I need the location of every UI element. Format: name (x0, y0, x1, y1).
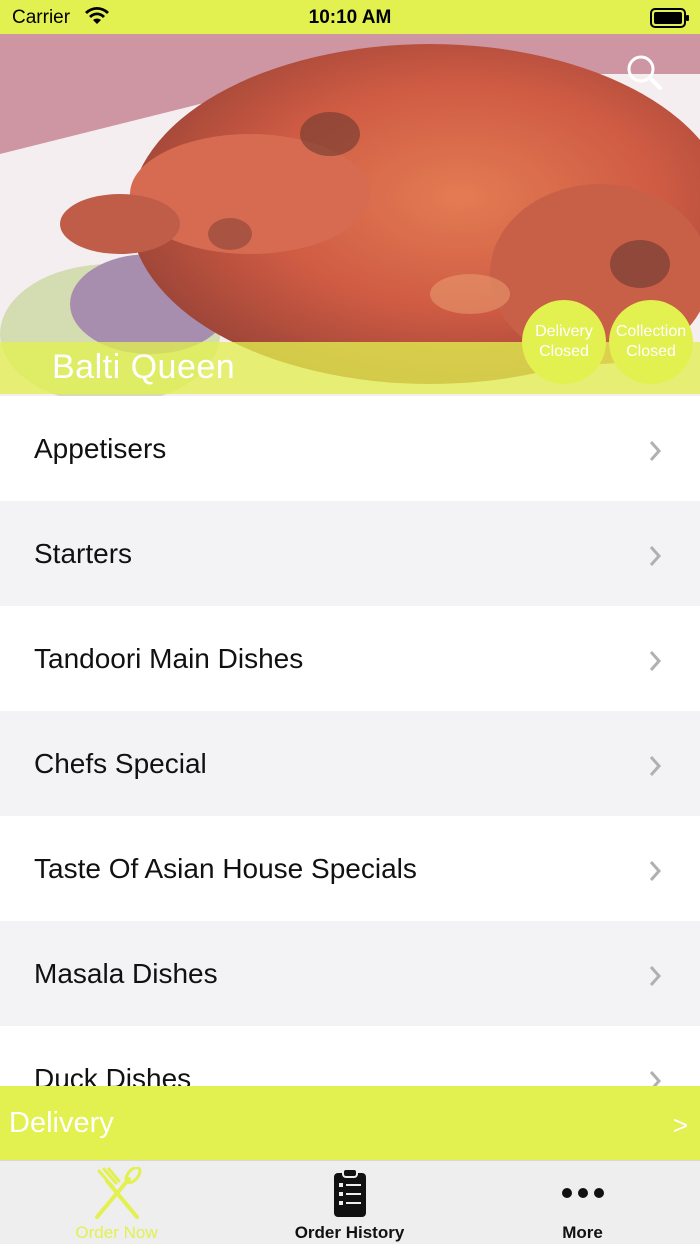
fork-knife-icon (89, 1165, 145, 1226)
menu-item-starters[interactable]: Starters (0, 501, 700, 606)
order-mode-arrow: > (672, 1110, 688, 1140)
status-bar: Carrier 10:10 AM (0, 0, 700, 34)
chevron-right-icon (648, 860, 662, 887)
tab-label: Order Now (75, 1223, 158, 1242)
tab-more[interactable]: More (466, 1161, 699, 1244)
tab-label: Order History (294, 1223, 405, 1242)
battery-icon (650, 8, 690, 33)
menu-item-label: Tandoori Main Dishes (34, 642, 304, 674)
collection-status-badge: Collection Closed (609, 300, 693, 384)
chevron-right-icon (648, 650, 662, 677)
order-mode-bar[interactable]: Delivery > (0, 1086, 700, 1160)
tab-label: More (562, 1223, 603, 1242)
clipboard-list-icon (332, 1167, 368, 1224)
collection-status-line1: Collection (615, 323, 687, 340)
menu-item-label: Appetisers (34, 432, 167, 464)
menu-item-label: Taste Of Asian House Specials (34, 852, 417, 884)
tab-bar: Order Now Order History More (0, 1160, 700, 1244)
menu-item-masala-dishes[interactable]: Masala Dishes (0, 921, 700, 1026)
menu-item-chefs-special[interactable]: Chefs Special (0, 711, 700, 816)
menu-item-house-specials[interactable]: Taste Of Asian House Specials (0, 816, 700, 921)
menu-item-label: Masala Dishes (34, 957, 218, 989)
delivery-status-badge: Delivery Closed (522, 300, 606, 384)
chevron-right-icon (648, 1070, 662, 1086)
tab-order-now[interactable]: Order Now (0, 1161, 233, 1244)
more-dots-icon (561, 1167, 605, 1222)
restaurant-name: Balti Queen (52, 348, 236, 386)
chevron-right-icon (648, 965, 662, 992)
chevron-right-icon (648, 440, 662, 467)
menu-item-appetisers[interactable]: Appetisers (0, 396, 700, 501)
menu-item-label: Duck Dishes (34, 1062, 192, 1087)
order-mode-label: Delivery (9, 1107, 114, 1139)
delivery-status-line1: Delivery (535, 323, 593, 340)
menu-item-label: Chefs Special (34, 747, 207, 779)
chevron-right-icon (648, 545, 662, 572)
search-icon[interactable] (624, 52, 664, 92)
menu-item-duck-dishes[interactable]: Duck Dishes (0, 1026, 700, 1086)
clock-time: 10:10 AM (308, 7, 392, 28)
restaurant-header: Balti Queen Delivery Closed Collection C… (0, 34, 700, 396)
chevron-right-icon (648, 755, 662, 782)
collection-status-line2: Closed (626, 343, 676, 360)
menu-item-label: Starters (34, 537, 133, 569)
menu-item-tandoori-main-dishes[interactable]: Tandoori Main Dishes (0, 606, 700, 711)
menu-category-list: Appetisers Starters Tandoori Main Dishes… (0, 396, 700, 1086)
tab-order-history[interactable]: Order History (233, 1161, 466, 1244)
delivery-status-line2: Closed (539, 343, 589, 360)
